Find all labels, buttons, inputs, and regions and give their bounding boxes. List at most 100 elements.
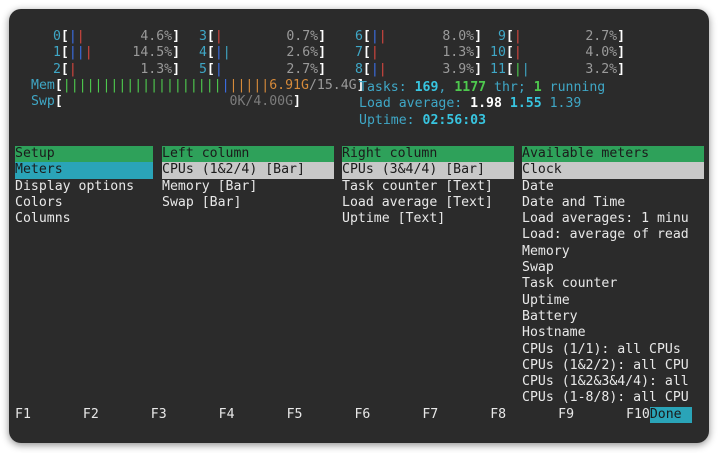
- available-item-swap[interactable]: Swap: [522, 260, 704, 276]
- cpu-id: 4: [191, 45, 207, 61]
- fkey-label: F7: [422, 407, 439, 422]
- mem-bar-segment: ||||||||||||||||||||: [62, 77, 222, 93]
- bracket-close: ]: [617, 61, 626, 77]
- setup-panel: Setup Meters Display options Colors Columns: [15, 146, 153, 227]
- cpu-bar-segment: |: [378, 29, 387, 44]
- cpu-meter-11: 11[|| 3.2%]: [490, 62, 625, 78]
- setup-header: Setup: [15, 146, 153, 163]
- fkey-f5[interactable]: F5: [287, 407, 355, 422]
- left-column-panel: Left column CPUs (1&2/4) [Bar] Memory [Ba…: [162, 146, 334, 211]
- available-item-cpus-1-2-3-4-4-all[interactable]: CPUs (1&2&3&4/4): all: [522, 374, 704, 390]
- cpu-meter-10: 10[| 4.0%]: [490, 45, 625, 61]
- left-column-item-memory-bar[interactable]: Memory [Bar]: [162, 179, 334, 195]
- fkey-label: F8: [490, 407, 507, 422]
- right-column-item-uptime-text[interactable]: Uptime [Text]: [342, 211, 514, 227]
- fkey-f7[interactable]: F7: [422, 407, 490, 422]
- fkey-label: F3: [150, 407, 167, 422]
- fkey-label: F6: [354, 407, 371, 422]
- available-item-hostname[interactable]: Hostname: [522, 325, 704, 341]
- text-meters: Tasks: 169, 1177 thr; 1 running Load ave…: [359, 80, 605, 129]
- cpu-bar-segment: ||: [68, 45, 85, 61]
- bracket-open: [: [54, 94, 63, 110]
- right-column-item-task-counter-text[interactable]: Task counter [Text]: [342, 179, 514, 195]
- fkey-f9[interactable]: F9: [558, 407, 626, 422]
- available-item-memory[interactable]: Memory: [522, 244, 704, 260]
- bracket-close: ]: [617, 29, 626, 44]
- cpu-bar-segment: |: [370, 61, 379, 77]
- cpu-bar-segment: |: [370, 29, 379, 44]
- right-column-header: Right column: [342, 146, 514, 163]
- cpu-bar-segment: |: [214, 29, 223, 44]
- left-column-header: Left column: [162, 146, 334, 163]
- fkey-label: F1: [15, 407, 31, 422]
- bracket-open: [: [505, 61, 514, 77]
- available-item-load-averages-1-minu[interactable]: Load averages: 1 minu: [522, 211, 704, 227]
- left-column-item-swap-bar[interactable]: Swap [Bar]: [162, 195, 334, 211]
- setup-item-meters[interactable]: Meters: [15, 162, 153, 179]
- load-average: Load average: 1.98 1.55 1.39: [359, 96, 582, 112]
- cpu-percent: 14.5%: [132, 45, 173, 61]
- fkey-label: F5: [286, 407, 303, 422]
- cpu-id: 0: [45, 29, 61, 44]
- task-counter: Tasks: 169, 1177 thr; 1 running: [359, 80, 606, 95]
- cpu-id: 8: [347, 61, 363, 77]
- cpu-meter-1: 1[||| 14.5%]: [45, 45, 180, 61]
- setup-item-colors[interactable]: Colors: [15, 195, 153, 211]
- available-item-clock[interactable]: Clock: [522, 162, 704, 179]
- right-column-panel: Right column CPUs (3&4/4) [Bar] Task coun…: [342, 146, 514, 227]
- fkey-f1[interactable]: F1: [15, 407, 83, 422]
- swp-value: 0K/4.00G: [229, 94, 294, 110]
- fkey-action: Done: [649, 407, 692, 424]
- cpu-percent: 1.3%: [442, 45, 475, 61]
- cpu-bar-segment: |: [214, 61, 223, 77]
- fkey-f6[interactable]: F6: [354, 407, 422, 422]
- setup-item-display-options[interactable]: Display options: [15, 179, 153, 195]
- fkey-f10[interactable]: F10Done: [626, 407, 692, 424]
- bracket-open: [: [505, 45, 514, 61]
- cpu-bar-segment: |: [513, 45, 522, 61]
- cpu-id: 2: [45, 61, 61, 77]
- bracket-close: ]: [172, 45, 181, 61]
- cpu-id: 3: [191, 29, 207, 44]
- bracket-open: [: [60, 61, 69, 77]
- cpu-bar-segment: |: [378, 61, 387, 77]
- available-item-load-average-of-read[interactable]: Load: average of read: [522, 227, 704, 243]
- available-item-cpus-1-2-2-all-cpu[interactable]: CPUs (1&2/2): all CPU: [522, 358, 704, 374]
- available-item-uptime[interactable]: Uptime: [522, 293, 704, 309]
- cpu-meter-3: 3[| 0.7%]: [191, 29, 326, 45]
- available-item-task-counter[interactable]: Task counter: [522, 276, 704, 292]
- bracket-close: ]: [474, 29, 483, 44]
- available-item-cpus-1-8-8-all-cpu[interactable]: CPUs (1-8/8): all CPU: [522, 390, 704, 406]
- uptime: Uptime: 02:56:03: [359, 112, 487, 128]
- available-meters-header: Available meters: [522, 146, 704, 163]
- setup-item-columns[interactable]: Columns: [15, 211, 153, 227]
- right-column-item-cpus-3-4-4-bar[interactable]: CPUs (3&4/4) [Bar]: [342, 162, 514, 179]
- bracket-close: ]: [474, 61, 483, 77]
- bracket-open: [: [60, 29, 69, 44]
- cpu-percent: 8.0%: [442, 29, 475, 44]
- right-column-item-load-average-text[interactable]: Load average [Text]: [342, 195, 514, 211]
- bracket-close: ]: [617, 45, 626, 61]
- cpu-bar-segment: |: [214, 45, 223, 61]
- bracket-close: ]: [172, 61, 181, 77]
- cpu-bar-segment: |: [513, 61, 522, 77]
- cpu-bar-segment: |: [513, 29, 522, 44]
- bracket-open: [: [206, 61, 215, 77]
- fkey-f2[interactable]: F2: [83, 407, 151, 422]
- cpu-bar-segment: |: [68, 61, 77, 77]
- cpu-percent: 3.9%: [442, 61, 475, 77]
- available-item-date-and-time[interactable]: Date and Time: [522, 195, 704, 211]
- cpu-id: 6: [347, 29, 363, 44]
- available-item-cpus-1-1-all-cpus[interactable]: CPUs (1/1): all CPUs: [522, 342, 704, 358]
- fkey-f8[interactable]: F8: [490, 407, 558, 422]
- available-item-date[interactable]: Date: [522, 179, 704, 195]
- fkey-f4[interactable]: F4: [219, 407, 287, 422]
- left-column-item-cpus-1-2-4-bar[interactable]: CPUs (1&2/4) [Bar]: [162, 162, 334, 179]
- cpu-id: 7: [347, 45, 363, 61]
- available-item-battery[interactable]: Battery: [522, 309, 704, 325]
- cpu-meter-2: 2[| 1.3%]: [45, 62, 180, 78]
- bracket-close: ]: [474, 45, 483, 61]
- cpu-percent: 4.0%: [585, 45, 618, 61]
- fkey-f3[interactable]: F3: [151, 407, 219, 422]
- cpu-bar-segment: |: [76, 29, 85, 44]
